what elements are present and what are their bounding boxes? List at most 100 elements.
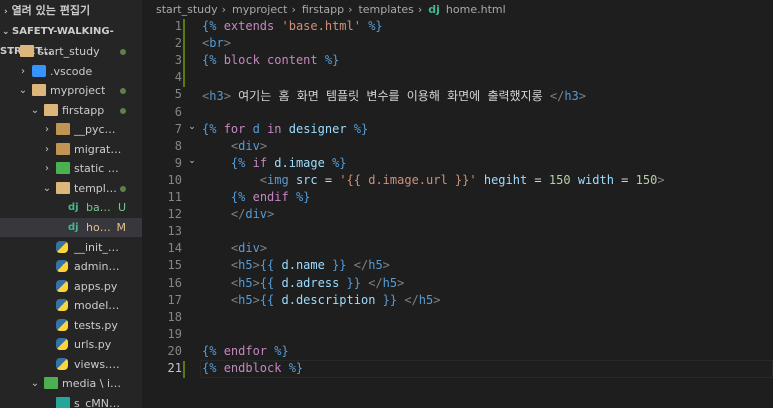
tree-item-label: tests.py — [74, 318, 118, 332]
breadcrumb-item[interactable]: home.html — [446, 3, 506, 16]
git-change-indicator — [183, 19, 185, 88]
folder-open-icon — [56, 181, 70, 194]
chevron-down-icon[interactable]: ⌄ — [18, 81, 28, 100]
code-line[interactable]: <h5>{{ d.description }} </h5> — [202, 293, 441, 307]
tree-item-label: apps.py — [74, 279, 118, 293]
modified-dot-icon — [120, 107, 126, 114]
tree-item-label: __pycache__ — [74, 123, 122, 137]
open-editors-label: 열려 있는 편집기 — [11, 4, 91, 17]
line-number: 21 — [167, 361, 182, 375]
code-line[interactable]: {% endblock %} — [202, 361, 303, 375]
tree-item[interactable]: ⌄ start_study — [0, 42, 142, 61]
breadcrumb-item[interactable]: myproject — [232, 3, 287, 16]
folder-open-icon — [20, 45, 34, 57]
folder-icon — [56, 142, 70, 155]
python-file-icon — [56, 240, 68, 253]
python-file-icon — [56, 260, 68, 273]
tree-item-label: models.py — [74, 299, 122, 313]
python-file-icon — [56, 299, 68, 312]
tree-item[interactable]: dj home....M — [0, 217, 142, 237]
tree-item-label: home.... — [86, 220, 114, 234]
workspace-header[interactable]: ⌄ SAFETY-WALKING-STREET... — [0, 22, 142, 57]
tree-item[interactable]: admin.py — [0, 257, 142, 276]
line-number: 18 — [167, 309, 182, 324]
tree-item-label: .vscode — [50, 64, 93, 78]
line-number: 15 — [167, 258, 182, 273]
code-line[interactable]: {% block content %} — [202, 53, 339, 67]
open-editors-header[interactable]: › 열려 있는 편집기 — [4, 0, 90, 22]
chevron-down-icon[interactable]: ⌄ — [30, 101, 40, 120]
line-number: 2 — [174, 36, 182, 51]
tree-item-label: myproject — [50, 84, 106, 98]
chevron-down-icon[interactable]: ⌄ — [30, 374, 40, 393]
code-line[interactable]: </div> — [202, 207, 274, 221]
breadcrumb-separator-icon: › — [348, 3, 353, 16]
chevron-right-icon[interactable]: › — [42, 159, 52, 178]
line-number: 12 — [167, 207, 182, 222]
chevron-right-icon[interactable]: › — [42, 140, 52, 159]
line-number: 14 — [167, 241, 182, 256]
code-line[interactable]: {% for d in designer %} — [202, 122, 368, 136]
tree-item-label: base.ht... — [86, 201, 114, 215]
django-template-icon: dj — [428, 3, 440, 16]
tree-item[interactable]: dj base.ht...U — [0, 198, 142, 217]
breadcrumb-item[interactable]: start_study — [156, 3, 218, 16]
breadcrumb-item[interactable]: templates — [358, 3, 413, 16]
code-line[interactable]: {% extends 'base.html' %} — [202, 19, 383, 33]
code-line[interactable]: {% if d.image %} — [202, 156, 347, 170]
tree-item-label: firstapp — [62, 103, 105, 117]
modified-dot-icon — [120, 88, 126, 95]
code-line[interactable]: {% endfor %} — [202, 344, 289, 358]
line-number: 17 — [167, 292, 182, 307]
tree-item-label: static \ media... — [74, 162, 122, 176]
image-folder-icon — [44, 377, 58, 390]
tree-item[interactable]: tests.py — [0, 316, 142, 335]
python-file-icon — [56, 279, 68, 292]
tree-item-label: admin.py — [74, 260, 122, 274]
chevron-right-icon[interactable]: › — [42, 120, 52, 139]
breadcrumb: start_study › myproject › firstapp › templates… — [142, 0, 773, 20]
code-line[interactable]: <div> — [202, 241, 267, 255]
tree-item[interactable]: ⌄ media \ images — [0, 374, 142, 393]
image-folder-icon — [56, 162, 70, 175]
modified-dot-icon — [120, 49, 126, 55]
chevron-right-icon[interactable]: › — [18, 62, 28, 81]
line-number: 1 — [174, 19, 182, 33]
tree-item-label: __init__.py — [74, 240, 122, 254]
tree-item-label: start_study — [38, 45, 100, 58]
tree-item[interactable]: › static \ media... — [0, 159, 142, 178]
code-line[interactable]: <img src = '{{ d.image.url }}' hegiht = … — [202, 173, 665, 187]
code-line[interactable]: <div> — [202, 139, 267, 153]
code-line[interactable]: {% endif %} — [202, 190, 311, 204]
tree-item[interactable]: views.py — [0, 355, 142, 374]
breadcrumb-item[interactable]: firstapp — [302, 3, 344, 16]
fold-chevron-icon[interactable]: ⌄ — [186, 122, 198, 132]
code-line[interactable]: <h3> 여기는 홈 화면 템플릿 변수를 이용해 화면에 출력했지롱 </h3… — [202, 87, 586, 104]
tree-item[interactable]: urls.py — [0, 335, 142, 354]
tree-item[interactable]: s_cMNXqzF.P... — [0, 394, 142, 408]
git-status-badge: M — [116, 220, 127, 234]
chevron-down-icon[interactable]: ⌄ — [6, 42, 16, 61]
django-template-icon: dj — [68, 221, 79, 233]
line-number: 8 — [174, 138, 182, 153]
chevron-down-icon[interactable]: ⌄ — [42, 179, 52, 198]
folder-icon — [56, 123, 70, 136]
code-line[interactable]: <h5>{{ d.adress }} </h5> — [202, 276, 404, 290]
tree-item[interactable]: › .vscode — [0, 62, 142, 81]
code-line[interactable]: <h5>{{ d.name }} </h5> — [202, 258, 390, 272]
tree-item[interactable]: ⌄ templates — [0, 179, 142, 198]
code-editor[interactable]: start_study › myproject › firstapp › templates… — [142, 0, 773, 408]
tree-item-label: templates — [74, 181, 122, 195]
tree-item[interactable]: __init__.py — [0, 238, 142, 257]
tree-item[interactable]: ⌄ myproject — [0, 81, 142, 100]
tree-item[interactable]: › __pycache__ — [0, 120, 142, 139]
line-number: 10 — [167, 172, 182, 187]
tree-item[interactable]: ⌄ firstapp — [0, 101, 142, 120]
tree-item[interactable]: › migrations — [0, 140, 142, 159]
fold-chevron-icon[interactable]: ⌄ — [186, 156, 198, 166]
folder-open-icon — [32, 84, 46, 97]
code-line[interactable]: <br> — [202, 36, 231, 50]
tree-item[interactable]: models.py — [0, 296, 142, 315]
tree-item[interactable]: apps.py — [0, 277, 142, 296]
folder-open-icon — [44, 103, 58, 116]
